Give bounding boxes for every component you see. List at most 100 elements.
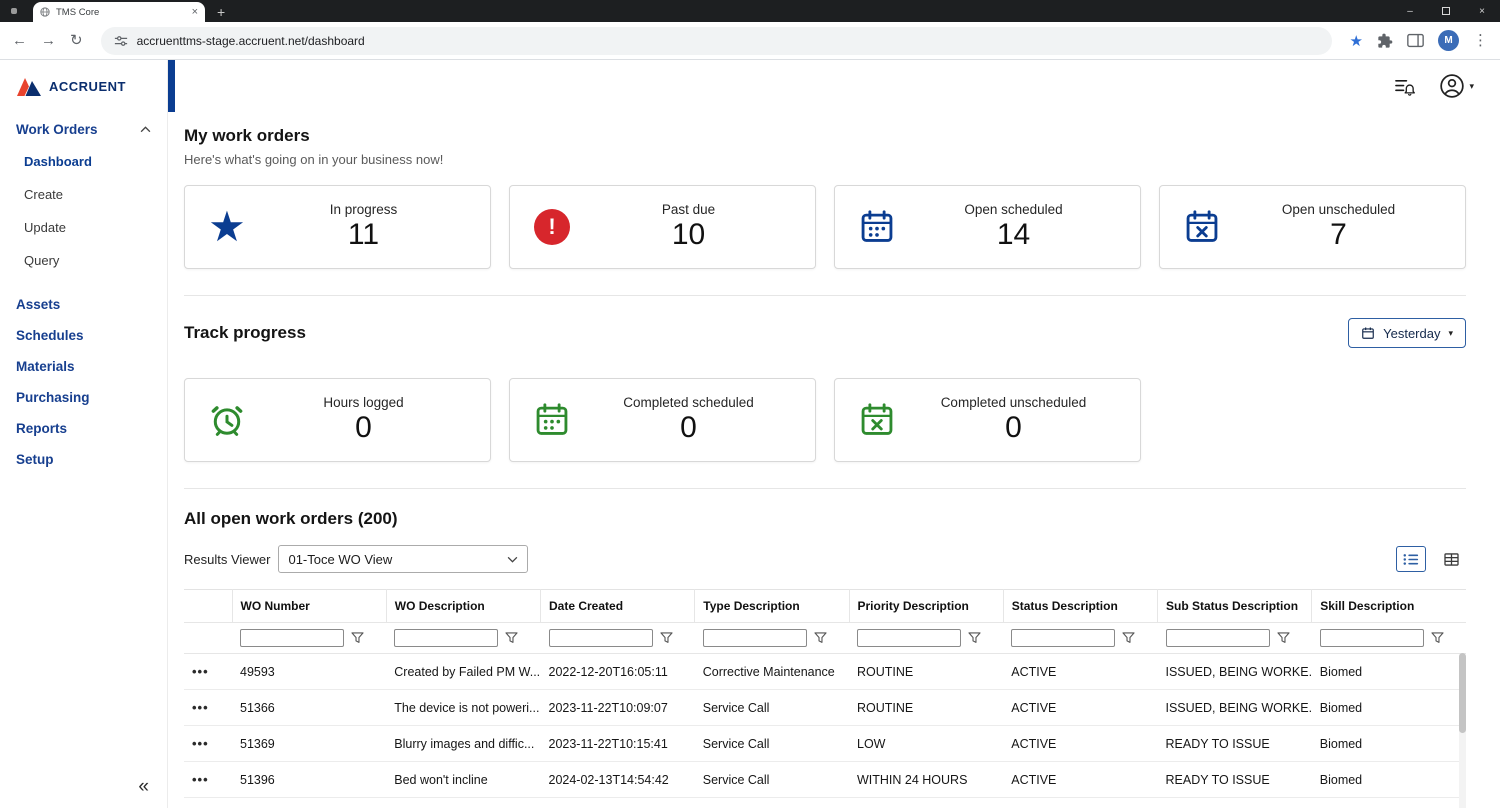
filter-funnel-icon[interactable]	[968, 632, 981, 644]
cell-priority-description: LOW	[849, 726, 1003, 762]
grid-view-button[interactable]	[1436, 546, 1466, 572]
sidebar-item-query[interactable]: Query	[0, 244, 167, 277]
sidebar-item-dashboard[interactable]: Dashboard	[0, 145, 167, 178]
cell-type-description: Corrective Maintenance	[695, 654, 849, 690]
cell-sub-status-description: READY TO ISSUE	[1158, 762, 1312, 798]
column-header-skill-description[interactable]: Skill Description	[1312, 590, 1466, 623]
user-menu[interactable]: ▾	[1439, 73, 1474, 99]
work-orders-table-wrap: WO Number WO Description Date Created Ty…	[184, 589, 1466, 808]
sidebar-item-materials[interactable]: Materials	[0, 351, 167, 382]
table-header-row: WO Number WO Description Date Created Ty…	[184, 590, 1466, 623]
sidebar-item-assets[interactable]: Assets	[0, 289, 167, 320]
filter-input-wo-description[interactable]	[394, 629, 498, 647]
stat-card-open-unscheduled[interactable]: Open unscheduled 7	[1159, 185, 1466, 269]
filter-input-date-created[interactable]	[549, 629, 653, 647]
sidebar-collapse-icon[interactable]: «	[138, 777, 149, 796]
window-maximize-button[interactable]	[1428, 0, 1464, 22]
table-scrollbar[interactable]	[1459, 653, 1466, 808]
stat-card-hours-logged[interactable]: Hours logged 0	[184, 378, 491, 462]
window-close-button[interactable]: ×	[1464, 0, 1500, 22]
results-viewer-select[interactable]: 01-Toce WO View	[278, 545, 528, 573]
sidebar-item-reports[interactable]: Reports	[0, 413, 167, 444]
list-view-button[interactable]	[1396, 546, 1426, 572]
brand[interactable]: ACCRUENT	[0, 60, 167, 110]
stat-value: 10	[578, 218, 799, 252]
filter-funnel-icon[interactable]	[1277, 632, 1290, 644]
filter-funnel-icon[interactable]	[814, 632, 827, 644]
window-minimize-button[interactable]: –	[1392, 0, 1428, 22]
filter-input-skill-description[interactable]	[1320, 629, 1424, 647]
sidebar-item-work-orders[interactable]: Work Orders	[0, 110, 167, 145]
new-tab-button[interactable]: +	[217, 5, 225, 19]
browser-profile-avatar[interactable]: M	[1438, 30, 1459, 51]
track-progress-cards: Hours logged 0 Completed scheduled 0	[184, 378, 1466, 462]
chevron-down-icon: ▾	[1448, 328, 1453, 339]
filter-input-status-description[interactable]	[1011, 629, 1115, 647]
side-panel-icon[interactable]	[1407, 33, 1424, 48]
row-menu-button[interactable]: •••	[192, 664, 209, 679]
stat-card-completed-scheduled[interactable]: Completed scheduled 0	[509, 378, 816, 462]
forward-icon[interactable]: →	[41, 33, 56, 48]
filter-funnel-icon[interactable]	[351, 632, 364, 644]
table-row[interactable]: ••• 49593 Created by Failed PM W... 2022…	[184, 654, 1466, 690]
stat-card-past-due[interactable]: ! Past due 10	[509, 185, 816, 269]
table-row[interactable]: ••• 51369 Blurry images and diffic... 20…	[184, 726, 1466, 762]
open-work-orders-count: (200)	[358, 509, 398, 528]
stat-card-in-progress[interactable]: ★ In progress 11	[184, 185, 491, 269]
sidebar-item-schedules[interactable]: Schedules	[0, 320, 167, 351]
reload-icon[interactable]: ↻	[70, 33, 83, 48]
table-row[interactable]: ••• 51396 Bed won't incline 2024-02-13T1…	[184, 762, 1466, 798]
filter-funnel-icon[interactable]	[505, 632, 518, 644]
stat-card-open-scheduled[interactable]: Open scheduled 14	[834, 185, 1141, 269]
tab-close-icon[interactable]: ×	[192, 7, 198, 18]
filter-input-sub-status-description[interactable]	[1166, 629, 1270, 647]
filter-funnel-icon[interactable]	[1431, 632, 1444, 644]
cell-status-description: ACTIVE	[1003, 726, 1157, 762]
stat-label: In progress	[253, 202, 474, 217]
browser-tab[interactable]: TMS Core ×	[33, 2, 205, 22]
column-header-sub-status-description[interactable]: Sub Status Description	[1158, 590, 1312, 623]
column-header-wo-description[interactable]: WO Description	[386, 590, 540, 623]
sidebar-item-setup[interactable]: Setup	[0, 444, 167, 475]
sidebar-item-create[interactable]: Create	[0, 178, 167, 211]
table-row[interactable]: ••• 51400 Bed will not incline 2024-03-1…	[184, 798, 1466, 808]
column-header-wo-number[interactable]: WO Number	[232, 590, 386, 623]
filter-input-type-description[interactable]	[703, 629, 807, 647]
filter-funnel-icon[interactable]	[660, 632, 673, 644]
work-orders-table: WO Number WO Description Date Created Ty…	[184, 589, 1466, 808]
address-bar[interactable]: accruenttms-stage.accruent.net/dashboard	[101, 27, 1332, 55]
column-header-date-created[interactable]: Date Created	[541, 590, 695, 623]
filter-funnel-icon[interactable]	[1122, 632, 1135, 644]
stat-label: Open scheduled	[903, 202, 1124, 217]
period-selector-button[interactable]: Yesterday ▾	[1348, 318, 1466, 348]
column-header-type-description[interactable]: Type Description	[695, 590, 849, 623]
sidebar-item-update[interactable]: Update	[0, 211, 167, 244]
bookmark-star-icon[interactable]: ★	[1350, 32, 1363, 50]
cell-wo-description: The device is not poweri...	[386, 690, 540, 726]
table-scrollbar-thumb[interactable]	[1459, 653, 1466, 733]
stat-card-completed-unscheduled[interactable]: Completed unscheduled 0	[834, 378, 1141, 462]
my-work-orders-title: My work orders	[184, 126, 1466, 146]
cell-skill-description: Biomed	[1312, 762, 1466, 798]
site-info-icon[interactable]	[114, 34, 128, 48]
filter-input-wo-number[interactable]	[240, 629, 344, 647]
window-controls: – ×	[1392, 0, 1500, 22]
row-menu-button[interactable]: •••	[192, 736, 209, 751]
table-row[interactable]: ••• 51366 The device is not poweri... 20…	[184, 690, 1466, 726]
browser-menu-kebab-icon[interactable]: ⋮	[1473, 33, 1488, 48]
notifications-icon[interactable]	[1394, 77, 1415, 96]
sidebar-item-purchasing[interactable]: Purchasing	[0, 382, 167, 413]
stat-label: Completed scheduled	[578, 395, 799, 410]
row-menu-button[interactable]: •••	[192, 772, 209, 787]
cell-wo-number: 51369	[232, 726, 386, 762]
column-header-priority-description[interactable]: Priority Description	[849, 590, 1003, 623]
app-shell: ACCRUENT Work Orders Dashboard Create Up…	[0, 60, 1500, 808]
extensions-puzzle-icon[interactable]	[1377, 33, 1393, 49]
filter-input-priority-description[interactable]	[857, 629, 961, 647]
chevron-down-icon	[507, 556, 518, 563]
cell-wo-description: Blurry images and diffic...	[386, 726, 540, 762]
row-menu-button[interactable]: •••	[192, 700, 209, 715]
column-header-status-description[interactable]: Status Description	[1003, 590, 1157, 623]
stat-value: 0	[253, 411, 474, 445]
back-icon[interactable]: ←	[12, 33, 27, 48]
